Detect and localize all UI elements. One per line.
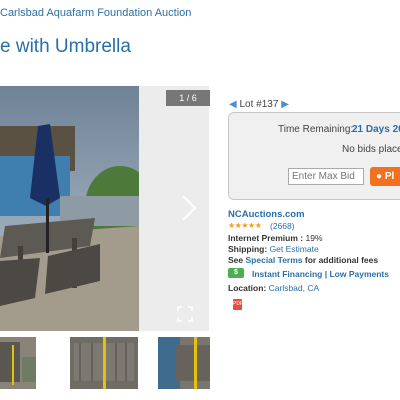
image-counter: 1 / 6 xyxy=(166,90,210,106)
page-title: e with Umbrella xyxy=(0,36,131,57)
thumbnail-1[interactable] xyxy=(0,337,36,389)
image-next-area[interactable] xyxy=(139,86,209,331)
get-estimate-link[interactable]: Get Estimate xyxy=(270,244,319,254)
financing-badge-icon: $ xyxy=(228,268,244,278)
special-terms: See Special Terms for additional fees xyxy=(228,255,378,265)
rating-stars: ★★★★★ xyxy=(228,221,262,230)
breadcrumb[interactable]: Carlsbad Aquafarm Foundation Auction xyxy=(0,7,191,19)
place-bid-button[interactable]: ● Pl xyxy=(370,167,400,186)
premium-label: Internet Premium : xyxy=(228,233,304,243)
time-remaining-value: 21 Days 20 xyxy=(352,124,400,135)
expand-icon[interactable] xyxy=(177,306,193,322)
main-image[interactable] xyxy=(0,86,139,331)
place-bid-label: Pl xyxy=(384,171,395,182)
pdf-icon[interactable]: PDF xyxy=(233,299,243,310)
terms-suffix: for additional fees xyxy=(304,255,379,265)
triangle-left-icon[interactable]: ◀ xyxy=(229,99,237,110)
picnic-table-photo xyxy=(0,86,139,331)
location-value[interactable]: Carlsbad, CA xyxy=(269,283,320,293)
thumbnail-2[interactable] xyxy=(70,337,138,389)
location: Location: Carlsbad, CA xyxy=(228,283,319,293)
seller-link[interactable]: NCAuctions.com xyxy=(228,209,305,220)
internet-premium: Internet Premium : 19% xyxy=(228,233,323,243)
premium-value: 19% xyxy=(305,233,323,243)
location-label: Location: xyxy=(228,283,267,293)
bid-status: No bids placed xyxy=(342,144,400,155)
chevron-right-icon[interactable] xyxy=(180,193,198,229)
triangle-right-icon[interactable]: ▶ xyxy=(281,99,289,110)
special-terms-link[interactable]: Special Terms xyxy=(246,255,303,265)
financing-link[interactable]: Instant Financing | Low Payments xyxy=(252,269,389,279)
shipping-label: Shipping: xyxy=(228,244,268,254)
lot-number: Lot #137 xyxy=(239,99,279,110)
terms-prefix: See xyxy=(228,255,244,265)
thumbnail-3[interactable] xyxy=(158,337,210,389)
time-remaining-label: Time Remaining: xyxy=(278,124,354,135)
shipping: Shipping: Get Estimate xyxy=(228,244,319,254)
max-bid-input[interactable] xyxy=(288,168,364,185)
lot-navigation: ◀ Lot #137 ▶ xyxy=(229,99,289,110)
bid-icon: ● xyxy=(376,171,385,182)
rating-count[interactable]: (2668) xyxy=(270,221,295,231)
